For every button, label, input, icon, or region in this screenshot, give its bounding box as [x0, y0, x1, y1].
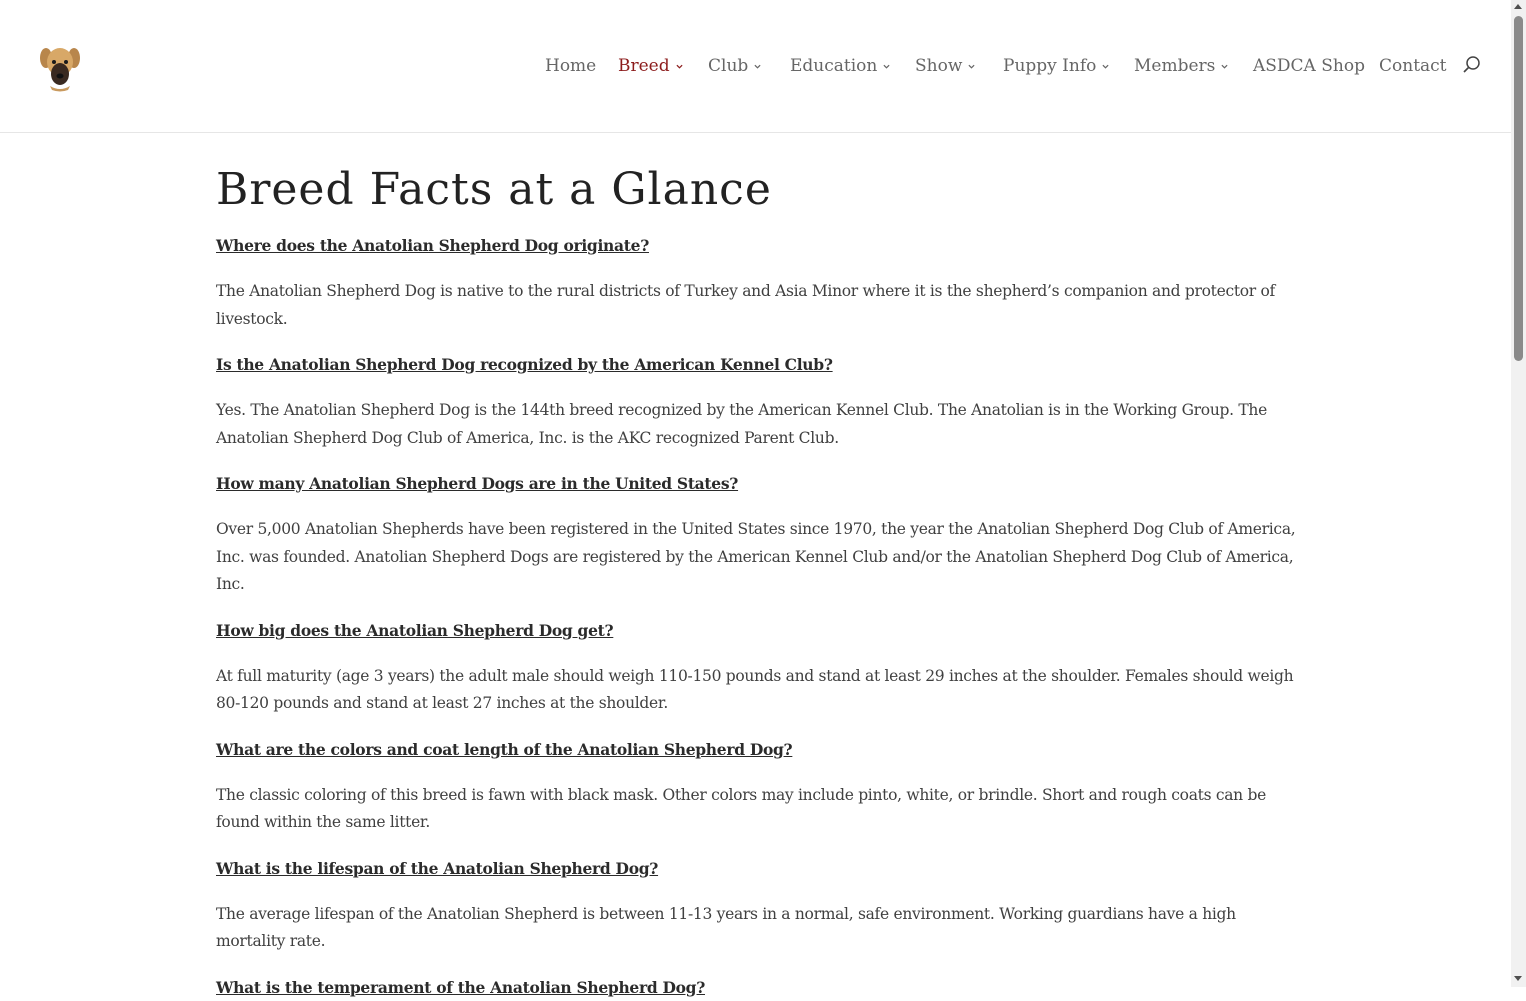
faq-answer: Over 5,000 Anatolian Shepherds have been…: [216, 520, 1296, 593]
nav-item-home[interactable]: Home: [545, 54, 596, 78]
faq-answer: The average lifespan of the Anatolian Sh…: [216, 904, 1236, 951]
scroll-thumb[interactable]: [1514, 16, 1523, 361]
nav-item-members[interactable]: Members: [1134, 54, 1228, 78]
nav-item-breed[interactable]: Breed: [618, 54, 683, 78]
nav-item-contact[interactable]: Contact: [1379, 54, 1447, 78]
chevron-down-icon: [1102, 64, 1109, 69]
nav-item-label: Home: [545, 56, 597, 76]
scroll-down-arrow-icon[interactable]: [1514, 976, 1522, 981]
faq-answer: The classic coloring of this breed is fa…: [216, 785, 1266, 832]
faq-answer: At full maturity (age 3 years) the adult…: [216, 666, 1294, 713]
nav-item-show[interactable]: Show: [915, 54, 975, 78]
faq-item: Where does the Anatolian Shepherd Dog or…: [216, 232, 1306, 333]
nav-item-label: ASDCA Shop: [1253, 56, 1365, 76]
faq-item: Is the Anatolian Shepherd Dog recognized…: [216, 351, 1306, 452]
nav-item-label: Contact: [1379, 56, 1447, 76]
faq-question: Is the Anatolian Shepherd Dog recognized…: [216, 355, 833, 374]
scroll-up-arrow-icon[interactable]: [1514, 4, 1522, 9]
chevron-down-icon: [754, 64, 761, 69]
faq-item: What are the colors and coat length of t…: [216, 736, 1306, 837]
nav-item-asdca-shop[interactable]: ASDCA Shop: [1253, 54, 1365, 78]
nav-item-label: Members: [1134, 56, 1216, 76]
chevron-down-icon: [968, 64, 975, 69]
faq-question: What is the temperament of the Anatolian…: [216, 977, 705, 997]
nav-item-label: Education: [790, 56, 878, 76]
site-header: Home Breed Club Education Show Puppy Inf…: [0, 0, 1511, 133]
faq-item: How many Anatolian Shepherd Dogs are in …: [216, 470, 1306, 599]
faq-answer: Yes. The Anatolian Shepherd Dog is the 1…: [216, 401, 1267, 447]
nav-item-label: Breed: [618, 56, 670, 76]
nav-item-puppy-info[interactable]: Puppy Info: [1003, 54, 1109, 78]
main-content: Breed Facts at a Glance Where does the A…: [216, 160, 1306, 1001]
faq-item: How big does the Anatolian Shepherd Dog …: [216, 617, 1306, 718]
chevron-down-icon: [1221, 64, 1228, 69]
faq-question: What are the colors and coat length of t…: [216, 739, 793, 759]
faq-question: Where does the Anatolian Shepherd Dog or…: [216, 236, 649, 255]
nav-item-club[interactable]: Club: [708, 54, 761, 78]
faq-item: What is the temperament of the Anatolian…: [216, 974, 1306, 1001]
faq-question: How many Anatolian Shepherd Dogs are in …: [216, 474, 739, 493]
chevron-down-icon: [883, 64, 890, 69]
faq-question: What is the lifespan of the Anatolian Sh…: [216, 858, 659, 878]
faq-question: How big does the Anatolian Shepherd Dog …: [216, 620, 614, 640]
nav-item-label: Puppy Info: [1003, 56, 1097, 76]
faq-item: What is the lifespan of the Anatolian Sh…: [216, 855, 1306, 956]
nav-item-label: Club: [708, 56, 749, 76]
search-icon[interactable]: [1462, 55, 1482, 75]
nav-item-education[interactable]: Education: [790, 54, 890, 78]
main-navigation: Home Breed Club Education Show Puppy Inf…: [0, 54, 1511, 78]
chevron-down-icon: [676, 64, 683, 69]
page-title: Breed Facts at a Glance: [216, 164, 772, 215]
faq-answer: The Anatolian Shepherd Dog is native to …: [216, 282, 1275, 328]
nav-item-label: Show: [915, 56, 963, 76]
vertical-scrollbar[interactable]: [1511, 0, 1526, 987]
